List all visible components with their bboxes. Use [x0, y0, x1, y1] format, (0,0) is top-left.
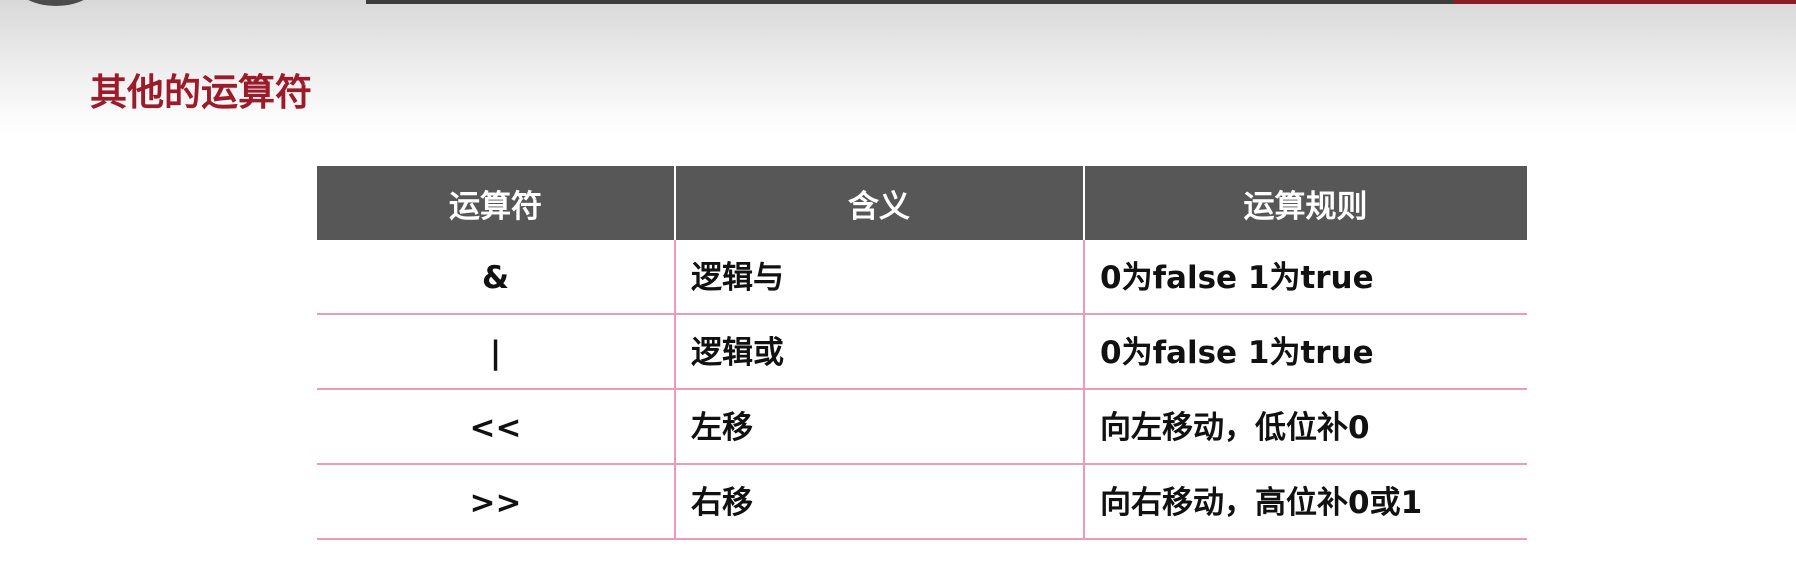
- cell-meaning: 右移: [691, 485, 753, 521]
- cell-rule: 向左移动，低位补0: [1100, 410, 1370, 446]
- top-rule-accent: [1454, 0, 1796, 4]
- table-header: 运算符 含义 运算规则: [317, 166, 1527, 240]
- cell-rule: 0为false 1为true: [1100, 335, 1374, 371]
- operators-table: 运算符 含义 运算规则 & 逻辑与 0为false 1为true | 逻辑或 0…: [317, 166, 1527, 540]
- table-row: << 左移 向左移动，低位补0: [317, 390, 1527, 465]
- cell-rule: 向右移动，高位补0或1: [1100, 485, 1423, 521]
- table-body: & 逻辑与 0为false 1为true | 逻辑或 0为false 1为tru…: [317, 240, 1527, 540]
- cell-operator: <<: [469, 410, 522, 446]
- cell-operator: |: [489, 335, 502, 371]
- cell-meaning: 左移: [691, 410, 753, 446]
- table-row: | 逻辑或 0为false 1为true: [317, 315, 1527, 390]
- header-meaning: 含义: [848, 189, 910, 225]
- header-rule: 运算规则: [1243, 189, 1368, 225]
- cell-meaning: 逻辑与: [691, 260, 784, 296]
- table-row: & 逻辑与 0为false 1为true: [317, 240, 1527, 315]
- slide: 其他的运算符 运算符 含义 运算规则 & 逻辑与 0为false 1为true …: [0, 0, 1796, 572]
- table-row: >> 右移 向右移动，高位补0或1: [317, 465, 1527, 540]
- page-title: 其他的运算符: [90, 71, 312, 114]
- cell-operator: &: [481, 260, 510, 296]
- cell-rule: 0为false 1为true: [1100, 260, 1374, 296]
- cell-operator: >>: [469, 485, 522, 521]
- cell-meaning: 逻辑或: [691, 335, 784, 371]
- header-operator: 运算符: [449, 189, 542, 225]
- top-rule-dark: [366, 0, 1454, 4]
